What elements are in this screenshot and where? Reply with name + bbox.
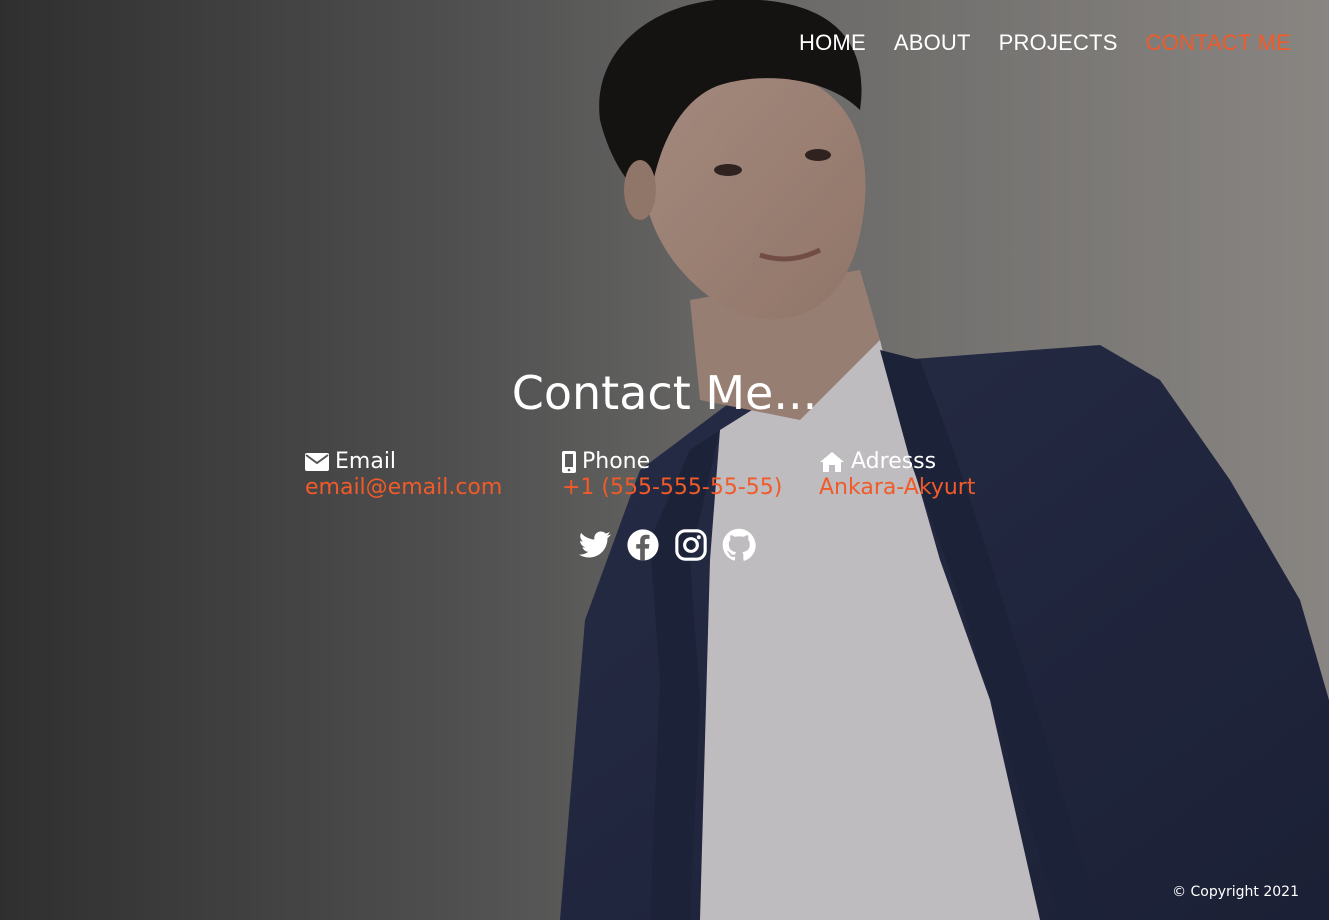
- copyright-text: © Copyright 2021: [1172, 884, 1299, 900]
- contact-phone: Phone +1 (555-555-55-55): [562, 448, 802, 500]
- github-icon[interactable]: [722, 528, 756, 562]
- nav-contact-me[interactable]: CONTACT ME: [1146, 30, 1291, 56]
- email-link[interactable]: email@email.com: [305, 476, 545, 500]
- contact-address: Adresss Ankara-Akyurt: [819, 448, 1059, 500]
- contact-email-label-row: Email: [305, 448, 545, 476]
- phone-link[interactable]: +1 (555-555-55-55): [562, 476, 802, 500]
- nav-home[interactable]: HOME: [799, 30, 866, 56]
- contact-phone-label-row: Phone: [562, 448, 802, 476]
- contact-address-label: Adresss: [851, 449, 937, 474]
- home-icon: [819, 451, 845, 473]
- nav-about[interactable]: ABOUT: [894, 30, 971, 56]
- contact-phone-label: Phone: [582, 449, 651, 474]
- contact-address-label-row: Adresss: [819, 448, 1059, 476]
- nav-projects[interactable]: PROJECTS: [999, 30, 1118, 56]
- mobile-phone-icon: [562, 451, 576, 473]
- instagram-icon[interactable]: [674, 528, 708, 562]
- twitter-icon[interactable]: [578, 528, 612, 562]
- facebook-icon[interactable]: [626, 528, 660, 562]
- contact-email: Email email@email.com: [305, 448, 545, 500]
- social-links: [0, 528, 1329, 562]
- page-title: Contact Me...: [511, 366, 818, 420]
- main-nav: HOME ABOUT PROJECTS CONTACT ME: [771, 30, 1291, 56]
- contact-email-label: Email: [335, 449, 397, 474]
- envelope-icon: [305, 453, 329, 471]
- address-link[interactable]: Ankara-Akyurt: [819, 476, 1059, 500]
